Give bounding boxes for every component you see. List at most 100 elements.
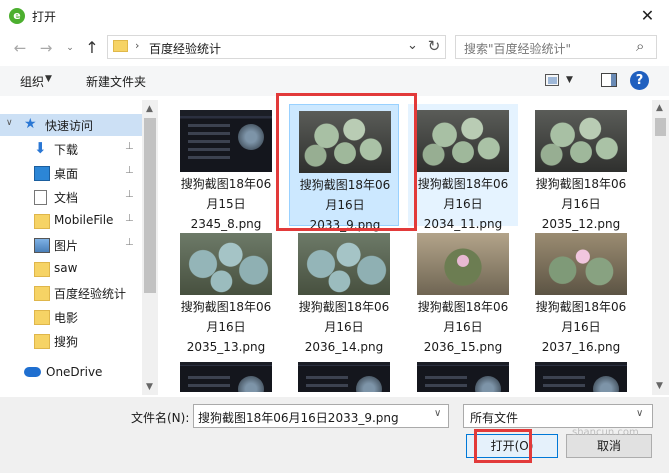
thumbnail-image <box>535 233 627 295</box>
breadcrumb[interactable]: 百度经验统计 <box>149 40 221 57</box>
pin-icon[interactable]: ⊥ <box>125 141 134 152</box>
app-icon: e <box>9 8 25 24</box>
filename-value: 搜狗截图18年06月16日2033_9.png <box>198 411 399 425</box>
pin-icon[interactable]: ⊥ <box>125 165 134 176</box>
close-button[interactable]: ✕ <box>626 0 669 32</box>
search-placeholder: 搜索"百度经验统计" <box>464 42 572 56</box>
sidebar-item-label: 图片 <box>54 239 79 253</box>
sidebar-item-label: 搜狗 <box>54 335 79 349</box>
cloud-icon <box>24 367 41 377</box>
up-folder-button[interactable]: ↑ <box>82 38 102 58</box>
desktop-icon <box>34 166 50 181</box>
watermark: shancun.com <box>572 427 639 438</box>
thumbnail-image <box>298 233 390 295</box>
file-tile[interactable]: 搜狗截图18年06 月16日 2035_12.png <box>526 104 636 231</box>
file-name: 搜狗截图18年06 月16日 2037_16.png <box>535 300 627 354</box>
sidebar-item-saw[interactable]: saw <box>0 258 142 280</box>
sidebar-item-desktop[interactable]: 桌面 ⊥ <box>0 162 142 184</box>
file-tile[interactable] <box>526 356 636 394</box>
thumbnail-image <box>535 110 627 172</box>
chevron-down-icon[interactable]: ∨ <box>636 408 643 419</box>
file-name: 搜狗截图18年06 月16日 2034_11.png <box>417 177 509 231</box>
folder-icon <box>34 286 50 301</box>
pin-icon[interactable]: ⊥ <box>125 213 134 224</box>
file-name: 搜狗截图18年06 月16日 2036_15.png <box>417 300 509 354</box>
file-tile[interactable]: 搜狗截图18年06 月16日 2037_16.png <box>526 227 636 354</box>
organize-button[interactable]: 组织 <box>20 73 44 90</box>
title-bar <box>0 0 669 32</box>
sidebar-item-label: 文档 <box>54 191 79 205</box>
sidebar-item-label: saw <box>54 261 78 275</box>
folder-icon <box>113 40 128 52</box>
file-type-select[interactable]: 所有文件 ∨ <box>463 404 653 428</box>
thumbnail-image <box>417 110 509 172</box>
file-tile[interactable] <box>408 356 518 394</box>
toolbar: 组织 ▼ 新建文件夹 ▼ ? <box>0 66 669 96</box>
address-dropdown-icon[interactable]: ⌄ <box>407 38 418 53</box>
file-list-scroll-thumb[interactable] <box>655 118 666 136</box>
filename-input[interactable]: 搜狗截图18年06月16日2033_9.png ∨ <box>193 404 449 428</box>
sidebar-item-movies[interactable]: 电影 <box>0 306 142 328</box>
file-tile[interactable]: 搜狗截图18年06 月16日 2036_15.png <box>408 227 518 354</box>
sidebar-item-label: 下载 <box>54 143 79 157</box>
scroll-down-icon[interactable]: ▼ <box>656 381 663 391</box>
scroll-up-icon[interactable]: ▲ <box>656 103 663 113</box>
sidebar-item-quick-access[interactable]: ∨ ★ 快速访问 <box>0 114 142 136</box>
file-name: 搜狗截图18年06 月16日 2035_12.png <box>535 177 627 231</box>
folder-icon <box>34 214 50 229</box>
file-name: 搜狗截图18年06 月16日 2035_13.png <box>180 300 272 354</box>
sidebar-item-mobilefile[interactable]: MobileFile ⊥ <box>0 210 142 232</box>
breadcrumb-chevron-icon[interactable]: › <box>135 39 139 52</box>
sidebar-item-label: 电影 <box>54 311 79 325</box>
file-name: 搜狗截图18年06 月16日 2036_14.png <box>298 300 390 354</box>
folder-icon <box>34 310 50 325</box>
sidebar-item-documents[interactable]: 文档 ⊥ <box>0 186 142 208</box>
file-tile[interactable]: 搜狗截图18年06 月16日 2034_11.png <box>408 104 518 231</box>
scroll-down-icon[interactable]: ▼ <box>146 382 153 392</box>
thumbnail-image <box>180 233 272 295</box>
recent-locations-icon[interactable]: ⌄ <box>60 38 80 58</box>
forward-button[interactable]: → <box>36 38 56 58</box>
sidebar-item-pictures[interactable]: 图片 ⊥ <box>0 234 142 256</box>
file-tile[interactable] <box>289 356 399 394</box>
window-title: 打开 <box>32 10 57 24</box>
refresh-icon[interactable]: ↻ <box>424 37 444 55</box>
scroll-up-icon[interactable]: ▲ <box>146 104 153 114</box>
file-tile[interactable]: 搜狗截图18年06 月16日 2036_14.png <box>289 227 399 354</box>
star-icon: ★ <box>24 116 37 132</box>
file-tile[interactable]: 搜狗截图18年06 月16日 2035_13.png <box>171 227 281 354</box>
search-icon[interactable]: ⌕ <box>636 37 644 55</box>
sidebar-item-downloads[interactable]: ⬇ 下载 ⊥ <box>0 138 142 160</box>
address-bar[interactable]: › 百度经验统计 ⌄ ↻ <box>107 35 446 59</box>
sidebar-item-label: MobileFile <box>54 213 114 227</box>
new-folder-button[interactable]: 新建文件夹 <box>86 73 146 90</box>
annotation-highlight <box>474 429 532 463</box>
file-name: 搜狗截图18年06 月15日 2345_8.png <box>180 177 272 231</box>
sidebar-item-sogou[interactable]: 搜狗 <box>0 330 142 352</box>
folder-icon <box>34 334 50 349</box>
pin-icon[interactable]: ⊥ <box>125 237 134 248</box>
help-icon[interactable]: ? <box>630 71 649 90</box>
chevron-down-icon[interactable]: ▼ <box>45 74 52 84</box>
sidebar-item-onedrive[interactable]: OneDrive <box>0 362 142 384</box>
annotation-highlight <box>276 93 417 231</box>
view-dropdown-icon[interactable]: ▼ <box>566 75 573 85</box>
file-tile[interactable]: 搜狗截图18年06 月15日 2345_8.png <box>171 104 281 231</box>
file-tile[interactable] <box>171 356 281 394</box>
chevron-down-icon[interactable]: ∨ <box>434 408 441 419</box>
chevron-down-icon[interactable]: ∨ <box>6 118 13 128</box>
folder-icon <box>34 262 50 277</box>
thumbnail-image <box>417 362 509 392</box>
sidebar-scroll-thumb[interactable] <box>144 118 156 293</box>
sidebar-item-label: OneDrive <box>46 365 103 379</box>
search-input[interactable]: 搜索"百度经验统计" ⌕ <box>455 35 657 59</box>
file-type-value: 所有文件 <box>470 411 519 425</box>
sidebar-item-label: 桌面 <box>54 167 79 181</box>
file-list-scrollbar[interactable] <box>652 100 669 395</box>
back-button[interactable]: ← <box>10 38 30 58</box>
sidebar-item-baidu-stats[interactable]: 百度经验统计 <box>0 282 142 304</box>
preview-pane-icon[interactable] <box>601 73 617 87</box>
sidebar-item-label: 百度经验统计 <box>54 287 127 301</box>
pin-icon[interactable]: ⊥ <box>125 189 134 200</box>
view-mode-icon[interactable] <box>545 74 559 86</box>
